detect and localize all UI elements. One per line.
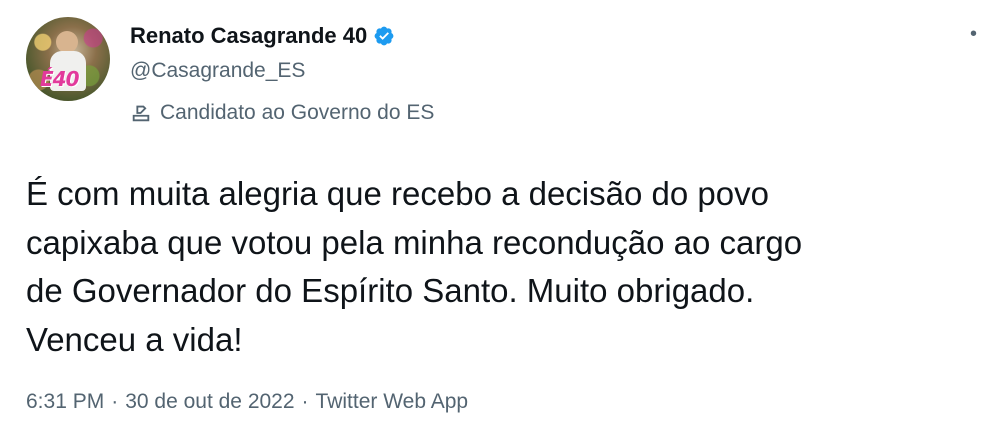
author-display-name[interactable]: Renato Casagrande 40 (130, 23, 367, 49)
avatar-badge-text: É40 (40, 67, 79, 91)
more-options-icon[interactable]: • (970, 24, 984, 44)
tweet-time[interactable]: 6:31 PM (26, 390, 104, 414)
author-name-row: Renato Casagrande 40 (130, 22, 395, 50)
tweet-meta: 6:31 PM · 30 de out de 2022 · Twitter We… (26, 390, 468, 414)
ballot-box-icon (130, 102, 152, 124)
meta-separator-2: · (301, 390, 309, 413)
tweet-source[interactable]: Twitter Web App (316, 390, 469, 414)
tweet-date[interactable]: 30 de out de 2022 (125, 390, 294, 414)
tweet-text: É com muita alegria que recebo a decisão… (26, 175, 803, 358)
author-label-row: Candidato ao Governo do ES (130, 99, 434, 127)
meta-separator-1: · (111, 390, 119, 413)
author-label-text[interactable]: Candidato ao Governo do ES (160, 101, 434, 125)
verified-badge-icon (373, 25, 395, 47)
tweet-card: É40 Renato Casagrande 40 • @Casagrande_E… (0, 0, 984, 445)
avatar-person-head (56, 31, 78, 53)
author-handle[interactable]: @Casagrande_ES (130, 59, 305, 83)
avatar[interactable]: É40 (26, 17, 110, 101)
